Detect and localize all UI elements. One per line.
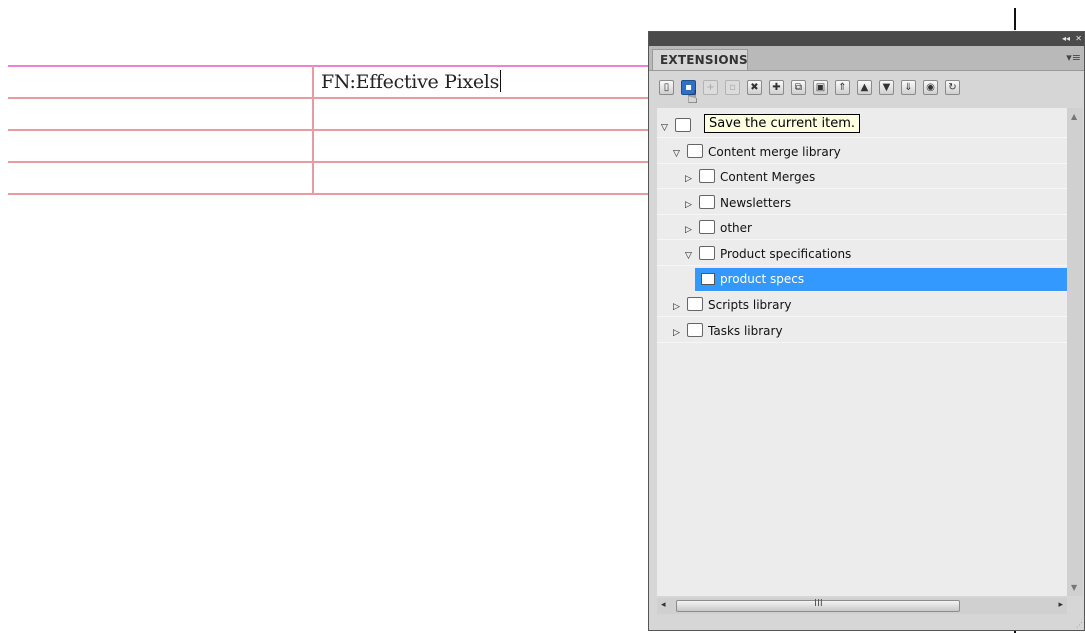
table-border-top [8, 65, 660, 67]
table-border [8, 161, 660, 163]
table-border-bottom [8, 193, 660, 195]
copy-button[interactable]: ⧉ [791, 80, 806, 95]
collapse-icon[interactable]: ◂◂ [1062, 34, 1070, 44]
tree-row[interactable]: ▷ Scripts library [657, 293, 1067, 318]
collapsed-arrow-icon[interactable]: ▷ [685, 174, 697, 184]
document-icon [701, 272, 715, 285]
tree-label: Product specifications [720, 247, 852, 261]
scroll-thumb[interactable]: III [676, 598, 960, 612]
table-column-divider [312, 66, 314, 194]
move-down-button[interactable]: ▼ [879, 80, 894, 95]
extensions-panel: ◂◂ ✕ EXTENSIONS ▾≡ ▯ ▪ + ▫ ✖ ✚ ⧉ ▣ ⇑ ▲ ▼ ⇓ ◉ ↻ ☝ Save… [648, 31, 1085, 631]
folder-icon [699, 246, 715, 260]
tree-row[interactable]: ▷ Content Merges [657, 165, 1067, 190]
scroll-up-icon[interactable]: ▲ [1071, 112, 1077, 121]
scroll-down-icon[interactable]: ▼ [1071, 583, 1077, 592]
settings-button[interactable]: ◉ [923, 80, 938, 95]
add-button[interactable]: + [703, 80, 718, 95]
tooltip: Save the current item. [704, 114, 861, 133]
folder-icon [699, 169, 715, 184]
move-button[interactable]: ✚ [769, 80, 784, 95]
tree-label: Newsletters [720, 195, 792, 210]
table-cell-text[interactable]: FN:Effective Pixels [321, 70, 502, 93]
close-icon[interactable]: ✕ [1075, 34, 1082, 44]
folder-icon [699, 194, 715, 209]
table-border [8, 97, 660, 99]
collapsed-arrow-icon[interactable]: ▷ [685, 200, 697, 210]
tree-label: Scripts library [708, 298, 792, 313]
vertical-scrollbar[interactable]: ▲ ▼ [1067, 108, 1083, 596]
table-border [8, 129, 660, 131]
scroll-left-icon[interactable]: ◂ [661, 600, 666, 610]
tree-row[interactable]: ▷ Tasks library [657, 319, 1067, 343]
tab-extensions[interactable]: EXTENSIONS [652, 49, 748, 70]
folder-icon [699, 220, 715, 235]
expanded-arrow-icon[interactable]: ▽ [673, 149, 685, 159]
edit-button[interactable]: ▫ [725, 80, 740, 95]
new-item-button[interactable]: ▯ [659, 80, 674, 95]
collapsed-arrow-icon[interactable]: ▷ [673, 328, 685, 338]
move-top-button[interactable]: ⇑ [835, 80, 850, 95]
page-edge-marker [1014, 8, 1016, 30]
tree-row[interactable]: ▷ other [657, 216, 1067, 241]
panel-tab-strip: EXTENSIONS ▾≡ [649, 46, 1084, 71]
document-table: FN:Effective Pixels [0, 0, 660, 200]
panel-menu-icon[interactable]: ▾≡ [1066, 51, 1081, 64]
scroll-right-icon[interactable]: ▸ [1058, 600, 1063, 610]
move-up-button[interactable]: ▲ [857, 80, 872, 95]
collapsed-arrow-icon[interactable]: ▷ [673, 302, 685, 312]
folder-icon [687, 143, 703, 158]
expanded-arrow-icon[interactable]: ▽ [685, 251, 697, 261]
tree-label: product specs [720, 271, 805, 286]
hand-cursor-icon: ☝ [687, 87, 698, 108]
delete-button[interactable]: ✖ [747, 80, 762, 95]
refresh-button[interactable]: ↻ [945, 80, 960, 95]
resize-grip-icon[interactable]: ⋰ [1076, 621, 1083, 629]
scroll-grip: III [814, 598, 823, 609]
collapsed-arrow-icon[interactable]: ▷ [685, 225, 697, 235]
tree-label: Tasks library [708, 323, 783, 338]
tree-row[interactable]: ▽ Content merge library [657, 140, 1067, 164]
tree-row[interactable]: ▷ Newsletters [657, 191, 1067, 215]
folder-icon [687, 322, 703, 337]
move-bottom-button[interactable]: ⇓ [901, 80, 916, 95]
tree-label: Content merge library [708, 144, 841, 159]
tree-row[interactable]: product specs [695, 267, 1067, 292]
folder-icon [675, 118, 691, 132]
expanded-arrow-icon[interactable]: ▽ [661, 123, 673, 133]
cell-text-content[interactable]: FN:Effective Pixels [321, 71, 499, 93]
horizontal-scrollbar[interactable]: ◂ III ▸ [657, 598, 1067, 614]
tree-row[interactable]: ▽ Product specifications [657, 242, 1067, 266]
paste-button[interactable]: ▣ [813, 80, 828, 95]
panel-titlebar[interactable]: ◂◂ ✕ [649, 32, 1084, 46]
tree-label: Content Merges [720, 170, 816, 185]
text-caret [500, 70, 502, 92]
tree-view[interactable]: ▽ ▽ Content merge library ▷ Content Merges ▷ N… [657, 108, 1067, 596]
folder-icon [687, 297, 703, 312]
tree-label: other [720, 221, 752, 236]
